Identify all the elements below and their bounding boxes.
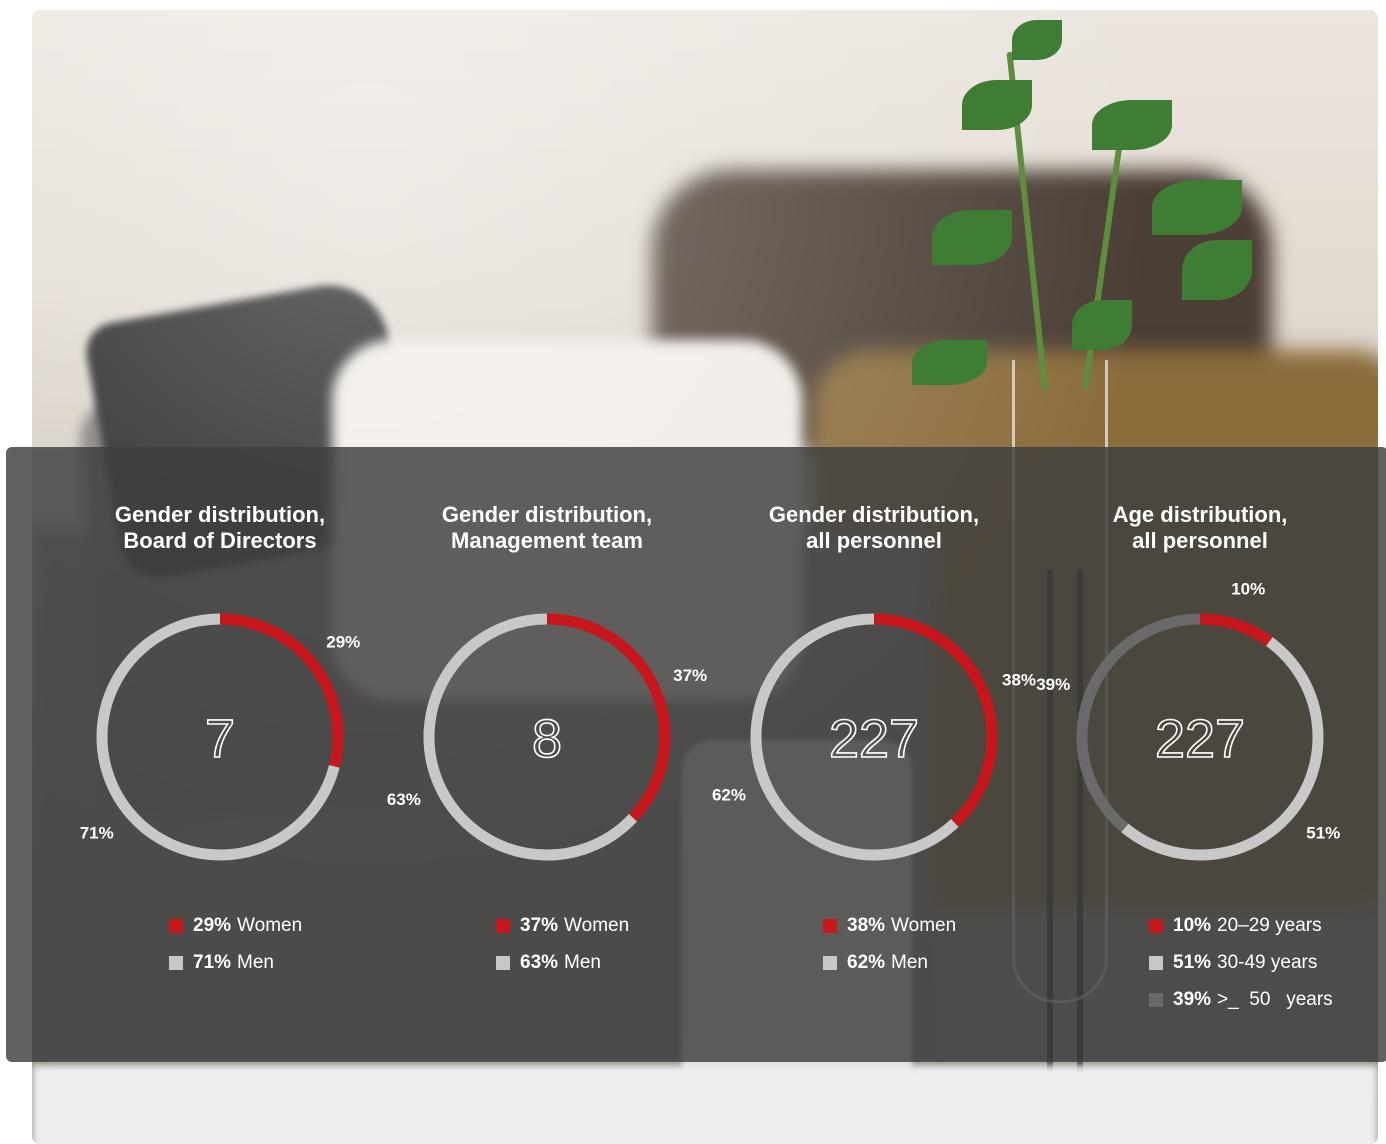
legend-label: Men [237,952,274,973]
donut-chart: 38% 62% 227 [712,613,1036,861]
plant-leaf [1152,180,1242,235]
legend-swatch [1149,956,1163,970]
slice-label: 51% [1306,824,1340,843]
legend-item: 51% 30-49 years [1149,951,1317,975]
legend-label: Women [891,915,957,936]
legend-item: 62% Men [823,951,928,975]
legend-label: 30-49 years [1217,952,1318,973]
legend-percent: 37% [520,915,559,936]
legend-swatch [1149,993,1163,1007]
legend-percent: 29% [193,915,232,936]
legend-swatch [169,919,183,933]
legend-percent: 51% [1173,952,1212,973]
slice-label: 37% [673,666,707,685]
legend-label: Men [564,952,601,973]
donut-chart: 10% 51% 39% 227 [1036,580,1340,861]
slice-label: 63% [387,790,421,809]
donut-slice-20-29-years [1199,613,1273,647]
legend-percent: 63% [520,952,559,973]
plant-leaf [962,80,1032,130]
slice-label: 10% [1231,580,1265,599]
legend-label: Women [564,915,630,936]
center-total: 227 [1155,709,1245,769]
legend-swatch [169,956,183,970]
legend-percent: 10% [1173,915,1212,936]
legend-item: 29% Women [169,914,302,938]
legend-swatch [496,919,510,933]
plant-leaf [1182,240,1252,300]
center-total: 8 [532,709,562,769]
legend-item: 38% Women [823,914,956,938]
background-table [32,1065,1378,1144]
donut-chart: 29% 71% 7 [80,613,360,861]
plant-leaf [1072,300,1132,350]
legend-item: 39% >_ 50 years [1149,988,1333,1012]
legend-item: 71% Men [169,951,274,975]
center-total: 227 [829,709,919,769]
legend-percent: 38% [847,915,886,936]
slice-label: 71% [80,824,114,843]
legend-percent: 62% [847,952,886,973]
donut-slice-women [219,613,344,768]
statistics-panel: Gender distribution, Board of Directors … [6,447,1386,1062]
plant-leaf [1012,20,1062,60]
donut-slice-women [546,613,671,822]
slice-label: 38% [1002,671,1036,690]
legend-label: Women [237,915,303,936]
legend-percent: 39% [1173,989,1212,1010]
center-total: 7 [205,709,235,769]
plant-leaf [1092,100,1172,150]
slice-label: 29% [326,632,360,651]
slice-label: 62% [712,785,746,804]
legend-item: 37% Women [496,914,629,938]
legend-label: Men [891,952,928,973]
plant-leaf [932,210,1012,265]
donut-chart: 37% 63% 8 [387,613,707,861]
legend-label: 20–29 years [1217,915,1322,936]
plant-leaf [912,340,987,385]
legend-item: 10% 20–29 years [1149,914,1322,938]
legend-swatch [496,956,510,970]
legend-percent: 71% [193,952,232,973]
legend-swatch [823,919,837,933]
legend-label: >_ 50 years [1217,989,1333,1010]
legend-item: 63% Men [496,951,601,975]
legend-swatch [823,956,837,970]
legend-swatch [1149,919,1163,933]
slice-label: 39% [1036,675,1070,694]
